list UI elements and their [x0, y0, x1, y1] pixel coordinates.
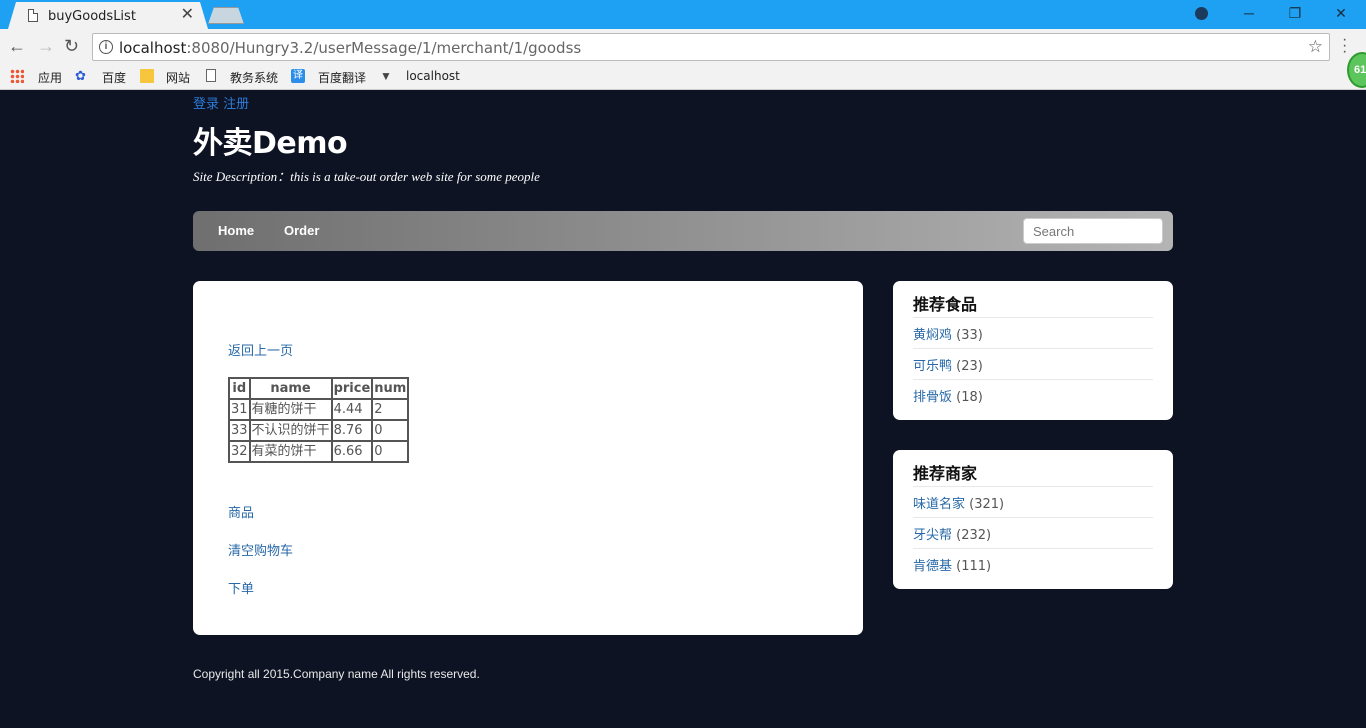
site-description: Site Description：this is a take-out orde…	[193, 169, 540, 184]
close-window-button[interactable]: ✕	[1318, 0, 1364, 29]
merchant-link[interactable]: 味道名家	[913, 497, 965, 512]
browser-tab[interactable]: buyGoodsList ✕	[8, 2, 208, 29]
food-link[interactable]: 可乐鸭	[913, 359, 952, 374]
table-row: 31 有糖的饼干 4.44 2	[228, 398, 410, 421]
baidu-paw-icon: ✿	[75, 68, 86, 83]
merchant-count: (232)	[956, 528, 992, 543]
column-header-num: num	[371, 377, 410, 400]
food-count: (33)	[956, 328, 983, 343]
folder-icon	[140, 69, 154, 83]
recommended-food-box: 推荐食品 黄焖鸡 (33) 可乐鸭 (23) 排骨饭 (18)	[893, 281, 1173, 420]
minimize-button[interactable]: ─	[1226, 0, 1272, 29]
food-count: (18)	[956, 390, 983, 405]
tab-title: buyGoodsList	[48, 9, 136, 24]
cell-id: 31	[228, 398, 251, 421]
bookmark-translate[interactable]: 百度翻译	[318, 69, 366, 86]
footer-copyright: Copyright all 2015.Company name All righ…	[193, 667, 480, 681]
bookmark-star-icon[interactable]: ☆	[1308, 37, 1323, 57]
address-bar-row: ← → ↻ i localhost:8080/Hungry3.2/userMes…	[0, 29, 1366, 65]
bookmark-localhost[interactable]: localhost	[406, 69, 460, 83]
apps-grid-icon[interactable]	[10, 69, 24, 83]
restore-button[interactable]: ❐	[1272, 0, 1318, 29]
reload-icon[interactable]: ↻	[64, 36, 79, 56]
page-body: 登录 注册 外卖Demo Site Description：this is a …	[0, 91, 1366, 728]
list-item: 可乐鸭 (23)	[913, 348, 1153, 379]
close-tab-icon[interactable]: ✕	[181, 6, 194, 24]
recommended-food-list: 黄焖鸡 (33) 可乐鸭 (23) 排骨饭 (18)	[913, 317, 1153, 410]
merchant-link[interactable]: 牙尖帮	[913, 528, 952, 543]
url-text: localhost:8080/Hungry3.2/userMessage/1/m…	[119, 39, 582, 57]
account-icon[interactable]	[1178, 0, 1224, 29]
new-tab-button[interactable]	[208, 7, 244, 24]
browser-tab-strip: buyGoodsList ✕ ─ ❐ ✕	[0, 0, 1366, 29]
food-count: (23)	[956, 359, 983, 374]
site-title: 外卖Demo	[193, 126, 348, 161]
table-row: 32 有菜的饼干 6.66 0	[228, 440, 410, 463]
bookmark-apps[interactable]: 应用	[38, 69, 62, 86]
goods-panel: 返回上一页 id name price num 31 有糖的饼干 4.44 2	[193, 281, 863, 635]
back-arrow-icon[interactable]: ←	[8, 36, 26, 56]
fox-icon: ▼	[380, 69, 392, 83]
merchant-link[interactable]: 肯德基	[913, 559, 952, 574]
cell-id: 32	[228, 440, 251, 463]
recommended-food-title: 推荐食品	[913, 295, 978, 314]
main-navbar: Home Order	[193, 211, 1173, 251]
back-link[interactable]: 返回上一页	[228, 340, 293, 359]
table-header-row: id name price num	[228, 377, 410, 400]
recommended-merchants-title: 推荐商家	[913, 464, 978, 483]
recommended-merchants-list: 味道名家 (321) 牙尖帮 (232) 肯德基 (111)	[913, 486, 1153, 579]
page-icon	[28, 9, 38, 22]
goods-link[interactable]: 商品	[228, 502, 254, 521]
cell-name: 有糖的饼干	[248, 398, 333, 421]
cell-num: 0	[371, 419, 410, 442]
nav-home[interactable]: Home	[218, 223, 254, 238]
cell-name: 有菜的饼干	[248, 440, 333, 463]
login-link[interactable]: 登录	[193, 97, 219, 112]
list-item: 黄焖鸡 (33)	[913, 317, 1153, 348]
page-icon	[206, 69, 216, 82]
merchant-count: (111)	[956, 559, 992, 574]
cell-num: 0	[371, 440, 410, 463]
table-row: 33 不认识的饼干 8.76 0	[228, 419, 410, 442]
list-item: 味道名家 (321)	[913, 486, 1153, 517]
bookmarks-bar: 应用 ✿ 百度 网站 教务系统 译 百度翻译 ▼ localhost	[0, 65, 1366, 90]
cell-name: 不认识的饼干	[248, 419, 333, 442]
cell-price: 8.76	[330, 419, 374, 442]
list-item: 牙尖帮 (232)	[913, 517, 1153, 548]
food-link[interactable]: 排骨饭	[913, 390, 952, 405]
search-input[interactable]	[1023, 218, 1163, 244]
info-icon[interactable]: i	[99, 40, 113, 54]
cell-price: 6.66	[330, 440, 374, 463]
list-item: 肯德基 (111)	[913, 548, 1153, 579]
column-header-name: name	[248, 377, 333, 400]
bookmark-sites[interactable]: 网站	[166, 69, 190, 86]
cell-id: 33	[228, 419, 251, 442]
bookmark-academic[interactable]: 教务系统	[230, 69, 278, 86]
list-item: 排骨饭 (18)	[913, 379, 1153, 410]
translate-icon: 译	[291, 69, 305, 83]
auth-links: 登录 注册	[193, 93, 249, 112]
cell-price: 4.44	[330, 398, 374, 421]
clear-cart-link[interactable]: 清空购物车	[228, 540, 293, 559]
forward-arrow-icon[interactable]: →	[37, 36, 55, 56]
register-link[interactable]: 注册	[223, 97, 249, 112]
food-link[interactable]: 黄焖鸡	[913, 328, 952, 343]
goods-table: id name price num 31 有糖的饼干 4.44 2 33 不认识…	[228, 377, 410, 463]
column-header-id: id	[228, 377, 251, 400]
url-input[interactable]: i localhost:8080/Hungry3.2/userMessage/1…	[92, 33, 1330, 61]
nav-order[interactable]: Order	[284, 223, 319, 238]
place-order-link[interactable]: 下单	[228, 578, 254, 597]
bookmark-baidu[interactable]: 百度	[102, 69, 126, 86]
column-header-price: price	[330, 377, 374, 400]
merchant-count: (321)	[969, 497, 1005, 512]
cell-num: 2	[371, 398, 410, 421]
recommended-merchants-box: 推荐商家 味道名家 (321) 牙尖帮 (232) 肯德基 (111)	[893, 450, 1173, 589]
menu-dots-icon[interactable]: · · ·	[1342, 32, 1347, 60]
